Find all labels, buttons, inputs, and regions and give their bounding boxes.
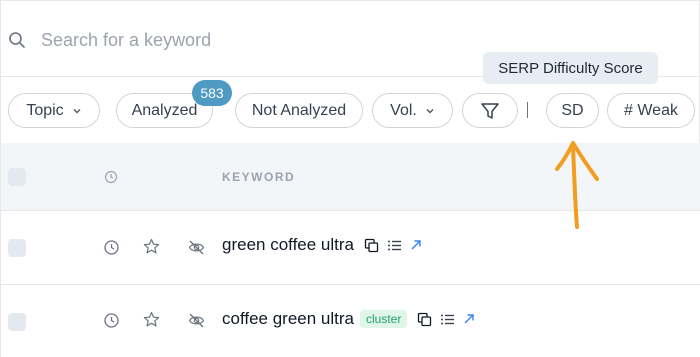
keyword-panel: SERP Difficulty Score Topic Analyzed 583… [0,0,700,357]
keyword-cell: coffee green ultra cluster [222,309,475,329]
chevron-down-icon [73,108,81,113]
clock-icon[interactable] [103,312,120,329]
keyword-text[interactable]: green coffee ultra [222,235,354,255]
not-analyzed-filter-button[interactable]: Not Analyzed [235,93,363,128]
keyword-cell: green coffee ultra [222,235,422,255]
table-row: coffee green ultra cluster [1,285,700,357]
list-icon[interactable] [387,238,402,253]
weak-filter-button[interactable]: # Weak [607,93,695,128]
external-link-icon[interactable] [463,313,475,325]
clock-icon[interactable] [103,239,120,256]
cluster-tag: cluster [360,310,408,328]
filter-button[interactable] [462,93,518,128]
not-analyzed-label: Not Analyzed [251,101,347,119]
row-checkbox[interactable] [8,313,26,331]
row-checkbox[interactable] [8,239,26,257]
analyzed-label: Analyzed [131,101,198,119]
star-icon[interactable] [143,311,160,328]
filter-icon [481,102,499,119]
select-all-checkbox[interactable] [8,168,26,186]
filter-divider [527,102,528,118]
eye-off-icon[interactable] [188,312,205,329]
list-icon[interactable] [440,312,455,327]
sd-tooltip: SERP Difficulty Score [483,52,658,84]
copy-icon[interactable] [364,238,379,253]
chevron-down-icon [426,108,434,113]
analyzed-count-badge: 583 [192,80,232,106]
sd-sort-button[interactable]: SD [546,93,599,128]
filter-bar: Topic Analyzed 583 Not Analyzed Vol. SD [1,77,700,143]
keyword-text[interactable]: coffee green ultra [222,309,354,329]
star-icon[interactable] [143,238,160,255]
copy-icon[interactable] [417,312,432,327]
keyword-column-header[interactable]: KEYWORD [222,170,295,184]
sd-label: SD [561,101,584,119]
topic-dropdown[interactable]: Topic [8,93,100,128]
search-icon [9,32,25,48]
table-row: green coffee ultra [1,211,700,285]
clock-icon [104,170,118,184]
external-link-icon[interactable] [410,239,422,251]
row-actions [364,238,422,253]
weak-label: # Weak [624,101,678,119]
search-input[interactable] [41,25,601,55]
table-header: KEYWORD [1,143,700,211]
volume-dropdown[interactable]: Vol. [372,93,453,128]
row-actions [417,312,475,327]
volume-label: Vol. [390,101,417,119]
eye-off-icon[interactable] [188,239,205,256]
topic-label: Topic [26,101,64,119]
